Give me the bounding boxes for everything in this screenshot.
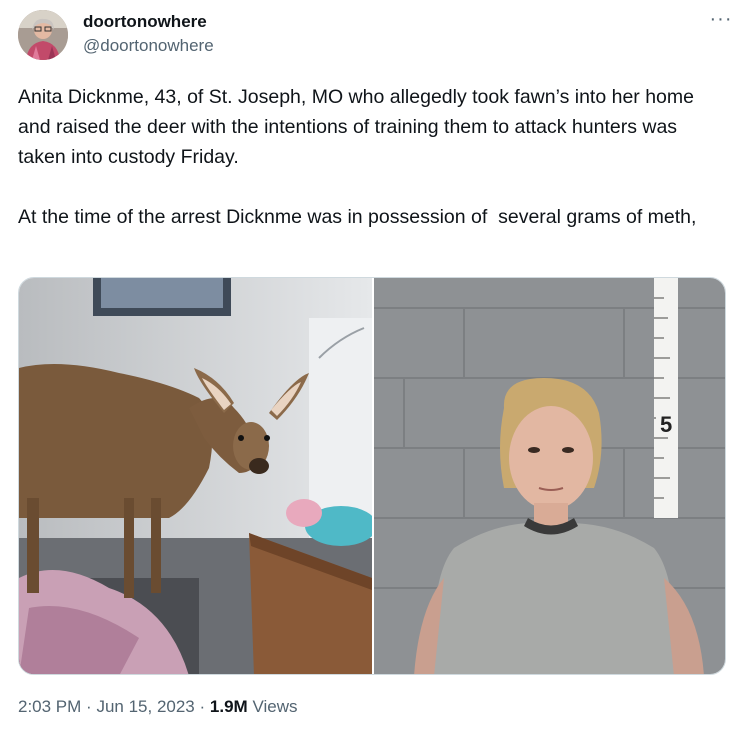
mugshot-photo[interactable]: 5 [374, 278, 725, 674]
tweet-media: 5 [18, 277, 726, 675]
tweet: doortonowhere @doortonowhere ··· Anita D… [0, 0, 746, 750]
height-chart-mark: 5 [660, 412, 672, 437]
tweet-meta: 2:03 PM · Jun 15, 2023 · 1.9M Views [18, 697, 297, 717]
tweet-header: doortonowhere @doortonowhere ··· [18, 8, 731, 62]
tweet-date: Jun 15, 2023 [96, 697, 195, 716]
more-horizontal-icon[interactable]: ··· [706, 8, 736, 38]
author-display-name[interactable]: doortonowhere [83, 12, 207, 32]
views-count: 1.9M [209, 697, 248, 716]
views-label: Views [252, 697, 298, 716]
meta-separator-2: · [199, 697, 206, 716]
tweet-timestamp[interactable]: 2:03 PM · Jun 15, 2023 [18, 697, 195, 716]
profile-avatar[interactable] [18, 10, 68, 60]
tweet-text: Anita Dicknme, 43, of St. Joseph, MO who… [18, 86, 697, 228]
deer-photo[interactable] [19, 278, 372, 674]
tweet-time: 2:03 PM [18, 697, 82, 716]
author-handle[interactable]: @doortonowhere [83, 36, 214, 56]
views-link[interactable]: 1.9M Views [210, 697, 298, 716]
meta-separator: · [86, 697, 92, 716]
